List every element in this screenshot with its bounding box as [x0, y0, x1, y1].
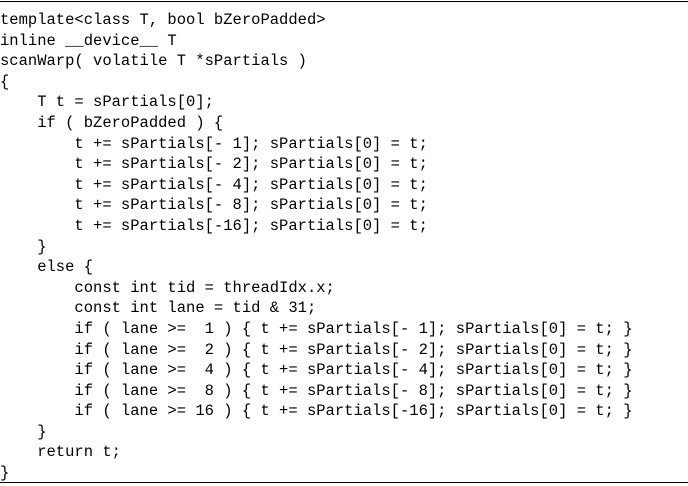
- code-line: const int tid = threadIdx.x;: [0, 278, 335, 297]
- code-line: inline __device__ T: [0, 31, 177, 50]
- code-line: T t = sPartials[0];: [0, 93, 214, 112]
- code-block: template<class T, bool bZeroPadded> inli…: [0, 10, 633, 484]
- bottom-rule: [0, 482, 688, 483]
- code-line: if ( bZeroPadded ) {: [0, 113, 224, 132]
- code-line: if ( lane >= 16 ) { t += sPartials[-16];…: [0, 402, 633, 421]
- code-line: const int lane = tid & 31;: [0, 299, 317, 318]
- code-line: t += sPartials[- 8]; sPartials[0] = t;: [0, 196, 428, 215]
- code-line: if ( lane >= 8 ) { t += sPartials[- 8]; …: [0, 381, 633, 400]
- code-line: return t;: [0, 443, 121, 462]
- code-line: if ( lane >= 2 ) { t += sPartials[- 2]; …: [0, 340, 633, 359]
- code-line: t += sPartials[- 1]; sPartials[0] = t;: [0, 134, 428, 153]
- top-rule: [0, 1, 688, 2]
- code-line: if ( lane >= 4 ) { t += sPartials[- 4]; …: [0, 361, 633, 380]
- code-line: else {: [0, 258, 94, 277]
- code-line: scanWarp( volatile T *sPartials ): [0, 52, 307, 71]
- code-line: }: [0, 237, 47, 256]
- code-line: template<class T, bool bZeroPadded>: [0, 11, 326, 29]
- code-line: }: [0, 464, 10, 483]
- code-line: }: [0, 422, 47, 441]
- code-line: t += sPartials[- 4]; sPartials[0] = t;: [0, 175, 428, 194]
- code-line: {: [0, 72, 10, 91]
- code-listing: template<class T, bool bZeroPadded> inli…: [0, 0, 688, 486]
- code-line: if ( lane >= 1 ) { t += sPartials[- 1]; …: [0, 319, 633, 338]
- code-line: t += sPartials[- 2]; sPartials[0] = t;: [0, 155, 428, 174]
- code-line: t += sPartials[-16]; sPartials[0] = t;: [0, 216, 428, 235]
